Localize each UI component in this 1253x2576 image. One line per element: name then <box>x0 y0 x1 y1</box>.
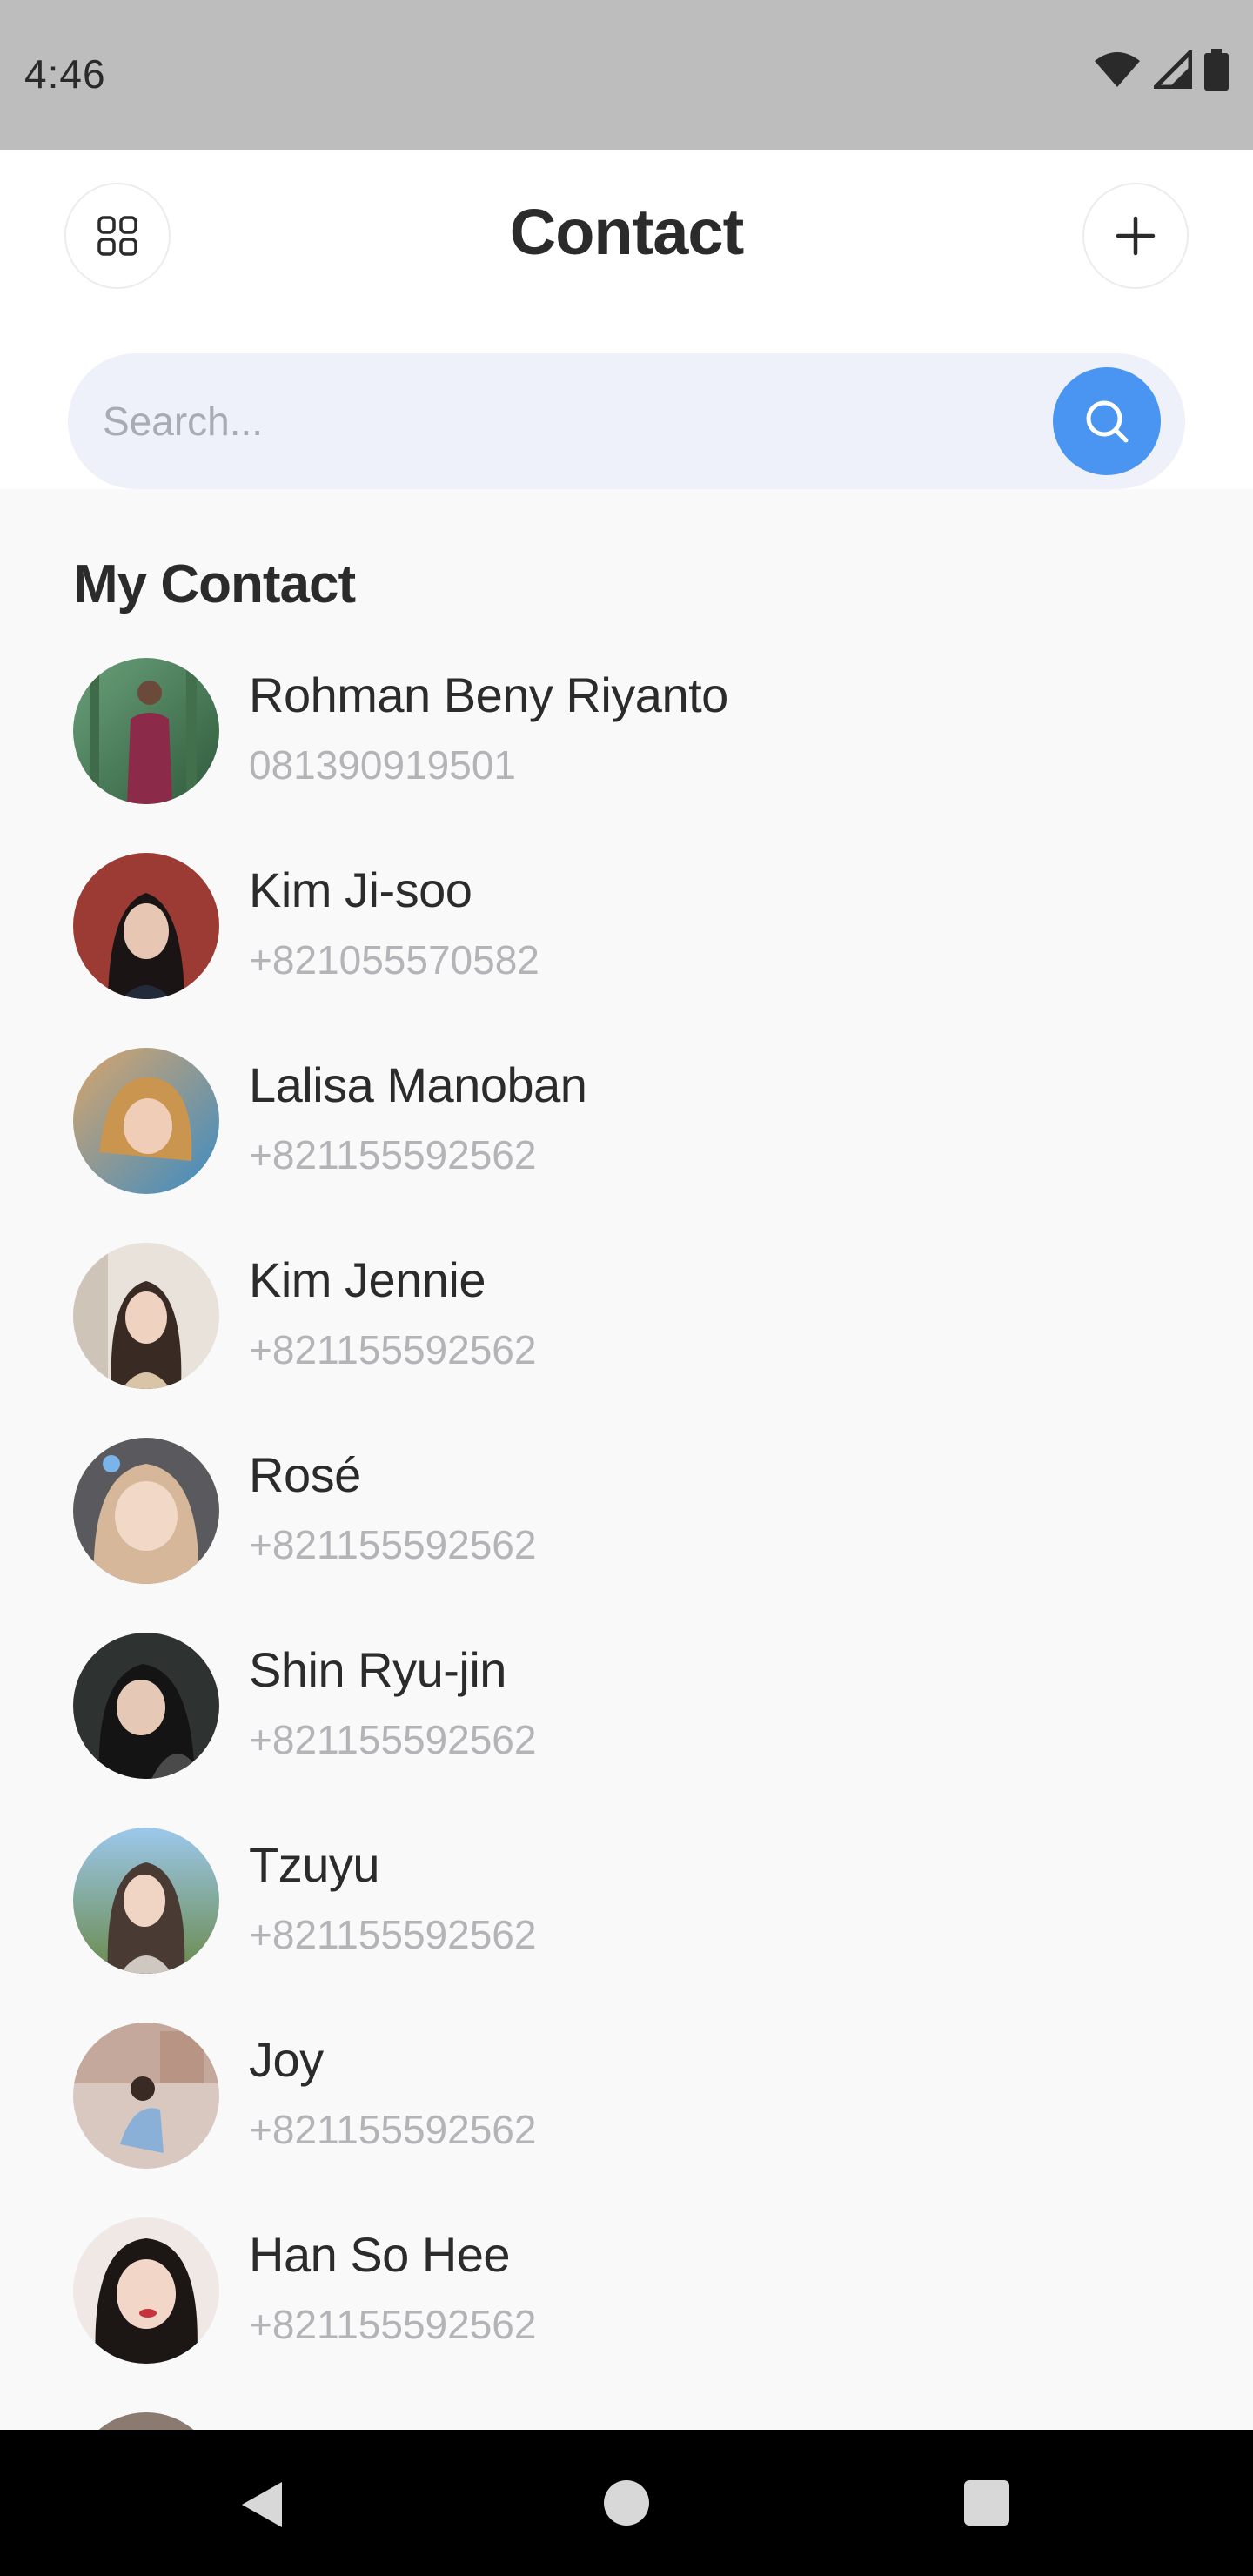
battery-icon <box>1204 49 1229 91</box>
avatar <box>73 1438 219 1584</box>
contact-name: Rohman Beny Riyanto <box>249 667 728 722</box>
contact-phone: +821155592562 <box>249 2302 537 2347</box>
list-item[interactable]: Joy +821155592562 <box>73 2023 1187 2169</box>
status-icons <box>1093 49 1229 91</box>
contact-name: Lalisa Manoban <box>249 1057 587 1112</box>
recents-icon[interactable] <box>964 2480 1009 2526</box>
list-item[interactable]: Han So Hee +821155592562 <box>73 2217 1187 2364</box>
avatar <box>73 658 219 804</box>
avatar <box>73 1633 219 1779</box>
avatar <box>73 1243 219 1389</box>
list-item[interactable]: Kim Jennie +821155592562 <box>73 1243 1187 1389</box>
page-title: Contact <box>509 196 744 268</box>
avatar <box>73 853 219 999</box>
list-item[interactable]: Kim Ji-soo +821055570582 <box>73 853 1187 999</box>
add-contact-button[interactable] <box>1082 183 1189 289</box>
contact-phone: +821155592562 <box>249 2107 537 2152</box>
plus-icon <box>1116 216 1156 256</box>
wifi-icon <box>1095 52 1140 87</box>
status-time: 4:46 <box>24 51 106 97</box>
contact-phone: 081390919501 <box>249 742 516 788</box>
contact-name: Joy <box>249 2032 324 2087</box>
section-title: My Contact <box>73 554 356 614</box>
search-bar <box>68 353 1185 489</box>
contact-name: Kim Ji-soo <box>249 862 472 917</box>
search-icon <box>1086 400 1129 443</box>
list-item[interactable]: Lalisa Manoban +821155592562 <box>73 1048 1187 1194</box>
avatar <box>73 1048 219 1194</box>
contact-phone: +821155592562 <box>249 1327 537 1372</box>
avatar <box>73 1828 219 1974</box>
contact-name: Shin Ryu-jin <box>249 1642 506 1697</box>
list-item[interactable]: Rosé +821155592562 <box>73 1438 1187 1584</box>
navigation-bar <box>0 2430 1253 2576</box>
list-item[interactable]: Shin Ryu-jin +821155592562 <box>73 1633 1187 1779</box>
contact-phone: +821155592562 <box>249 1522 537 1567</box>
contact-phone: +821055570582 <box>249 937 539 983</box>
contact-phone: +821155592562 <box>249 1912 537 1957</box>
contact-screen: 4:46 Contact Search... My Contact Rohman… <box>0 0 1253 2576</box>
avatar <box>73 2023 219 2169</box>
back-icon[interactable] <box>237 2479 285 2531</box>
contact-name: Rosé <box>249 1447 361 1502</box>
list-item[interactable]: Rohman Beny Riyanto 081390919501 <box>73 658 1187 804</box>
contact-phone: +821155592562 <box>249 1132 537 1177</box>
contact-name: Tzuyu <box>249 1837 380 1892</box>
signal-icon <box>1154 50 1192 89</box>
contact-name: Han So Hee <box>249 2227 511 2282</box>
search-input[interactable] <box>103 353 1025 489</box>
avatar <box>73 2217 219 2364</box>
home-icon[interactable] <box>604 2480 649 2526</box>
contact-name: Kim Jennie <box>249 1252 486 1307</box>
contact-phone: +821155592562 <box>249 1717 537 1762</box>
search-button[interactable] <box>1053 367 1161 475</box>
list-item[interactable]: Tzuyu +821155592562 <box>73 1828 1187 1974</box>
header: Contact <box>0 150 1253 489</box>
status-bar: 4:46 <box>0 0 1253 150</box>
